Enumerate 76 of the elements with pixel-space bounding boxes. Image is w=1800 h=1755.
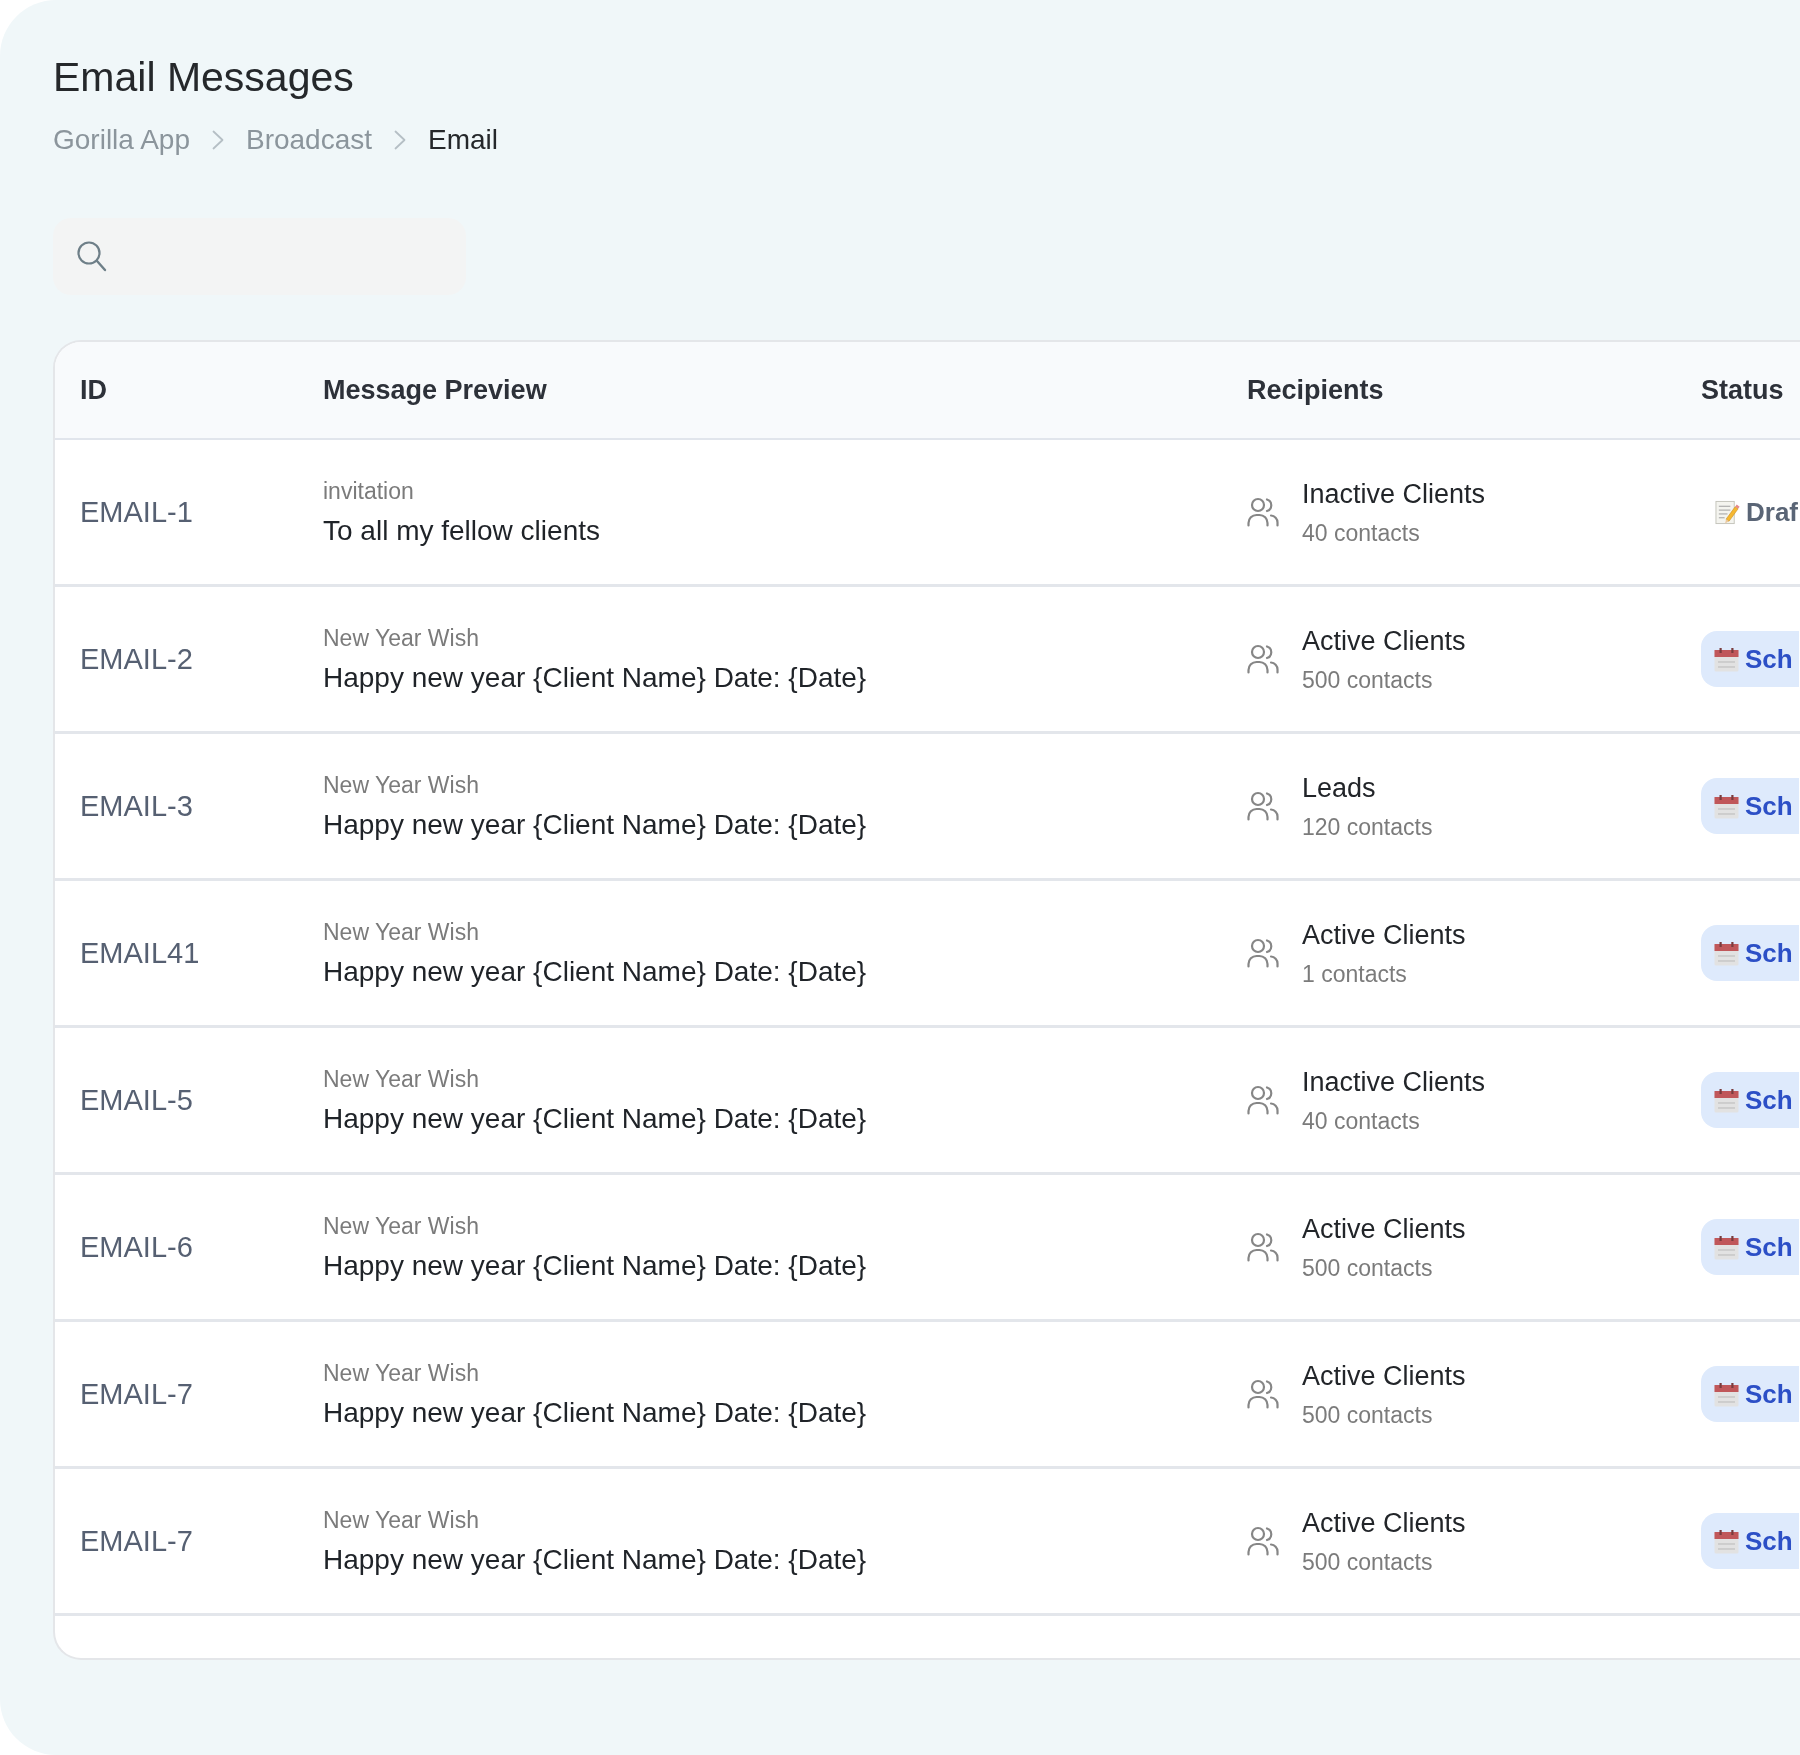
- users-icon: [1247, 644, 1279, 674]
- calendar-icon: [1714, 940, 1739, 966]
- status-label: Sch: [1745, 790, 1793, 822]
- message-preview: Happy new year {Client Name} Date: {Date}: [323, 1395, 867, 1430]
- search-field[interactable]: [53, 218, 466, 295]
- message-subject: New Year Wish: [323, 1505, 479, 1534]
- breadcrumb-link[interactable]: Broadcast: [245, 123, 373, 157]
- message-id: EMAIL-7: [80, 1524, 193, 1558]
- message-id: EMAIL-1: [80, 495, 193, 529]
- breadcrumb-current: Email: [428, 123, 499, 157]
- recipient-group: Active Clients: [1302, 1359, 1466, 1393]
- message-subject: New Year Wish: [323, 1211, 479, 1240]
- message-subject: New Year Wish: [323, 1358, 479, 1387]
- message-preview: Happy new year {Client Name} Date: {Date}: [323, 1248, 867, 1283]
- calendar-icon: [1714, 793, 1739, 819]
- recipient-group: Active Clients: [1302, 1212, 1466, 1246]
- contact-count: 500 contacts: [1302, 1547, 1433, 1576]
- users-icon: [1247, 791, 1279, 821]
- users-icon: [1247, 1526, 1279, 1556]
- users-icon: [1247, 938, 1279, 968]
- message-subject: invitation: [323, 476, 414, 505]
- chevron-right-icon: [394, 130, 407, 150]
- search-icon: [77, 241, 107, 272]
- calendar-icon: [1714, 1087, 1739, 1113]
- calendar-icon: [1714, 646, 1739, 672]
- column-header: Message Preview: [323, 374, 547, 406]
- contact-count: 500 contacts: [1302, 1400, 1433, 1429]
- recipient-group: Leads: [1302, 771, 1376, 805]
- status-label: Sch: [1745, 1378, 1793, 1410]
- contact-count: 500 contacts: [1302, 665, 1433, 694]
- recipient-group: Inactive Clients: [1302, 1065, 1486, 1099]
- status-label: Sch: [1745, 1084, 1793, 1116]
- message-id: EMAIL-7: [80, 1377, 193, 1411]
- column-header: ID: [80, 374, 107, 406]
- column-header: Recipients: [1247, 374, 1384, 406]
- calendar-icon: [1714, 1234, 1739, 1260]
- message-subject: New Year Wish: [323, 623, 479, 652]
- users-icon: [1247, 497, 1279, 527]
- message-id: EMAIL-2: [80, 642, 193, 676]
- message-preview: To all my fellow clients: [323, 513, 600, 548]
- message-subject: New Year Wish: [323, 1064, 479, 1093]
- column-header: Status: [1701, 374, 1784, 406]
- chevron-right-icon: [211, 130, 224, 150]
- message-id: EMAIL-3: [80, 789, 193, 823]
- recipient-group: Inactive Clients: [1302, 477, 1486, 511]
- calendar-icon: [1714, 1528, 1739, 1554]
- contact-count: 40 contacts: [1302, 518, 1420, 547]
- message-subject: New Year Wish: [323, 770, 479, 799]
- status-label: Sch: [1745, 937, 1793, 969]
- users-icon: [1247, 1379, 1279, 1409]
- message-id: EMAIL41: [80, 936, 200, 970]
- recipient-group: Active Clients: [1302, 918, 1466, 952]
- message-preview: Happy new year {Client Name} Date: {Date}: [323, 1101, 867, 1136]
- message-preview: Happy new year {Client Name} Date: {Date}: [323, 954, 867, 989]
- message-id: EMAIL-6: [80, 1230, 193, 1264]
- message-preview: Happy new year {Client Name} Date: {Date}: [323, 660, 867, 695]
- breadcrumb-link[interactable]: Gorilla App: [53, 123, 190, 157]
- message-preview: Happy new year {Client Name} Date: {Date}: [323, 807, 867, 842]
- status-label: Sch: [1745, 1231, 1793, 1263]
- contact-count: 40 contacts: [1302, 1106, 1420, 1135]
- message-id: EMAIL-5: [80, 1083, 193, 1117]
- users-icon: [1247, 1085, 1279, 1115]
- contact-count: 500 contacts: [1302, 1253, 1433, 1282]
- contact-count: 1 contacts: [1302, 959, 1407, 988]
- message-preview: Happy new year {Client Name} Date: {Date}: [323, 1542, 867, 1577]
- message-subject: New Year Wish: [323, 917, 479, 946]
- recipient-group: Active Clients: [1302, 624, 1466, 658]
- status-label: Draf: [1746, 496, 1798, 528]
- calendar-icon: [1714, 1381, 1739, 1407]
- status-label: Sch: [1745, 1525, 1793, 1557]
- contact-count: 120 contacts: [1302, 812, 1433, 841]
- recipient-group: Active Clients: [1302, 1506, 1466, 1540]
- status-label: Sch: [1745, 643, 1793, 675]
- page-title: Email Messages: [53, 53, 354, 102]
- users-icon: [1247, 1232, 1279, 1262]
- memo-icon: [1715, 499, 1740, 525]
